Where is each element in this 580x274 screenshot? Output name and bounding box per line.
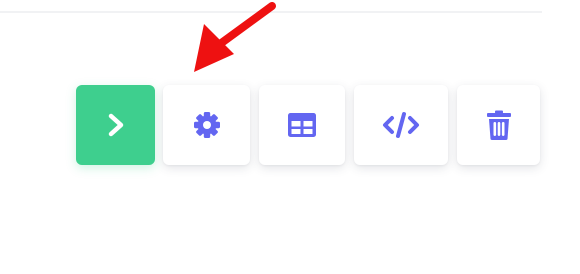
chevron-right-icon (105, 112, 127, 138)
gear-icon (192, 110, 222, 140)
red-arrow-icon (194, 2, 276, 72)
code-icon (381, 111, 421, 139)
canvas (0, 0, 580, 274)
delete-button[interactable] (457, 85, 540, 165)
run-button[interactable] (76, 85, 155, 165)
table-button[interactable] (259, 85, 345, 165)
trash-icon (486, 109, 512, 141)
code-button[interactable] (354, 85, 448, 165)
table-icon (287, 112, 317, 138)
settings-button[interactable] (163, 85, 250, 165)
